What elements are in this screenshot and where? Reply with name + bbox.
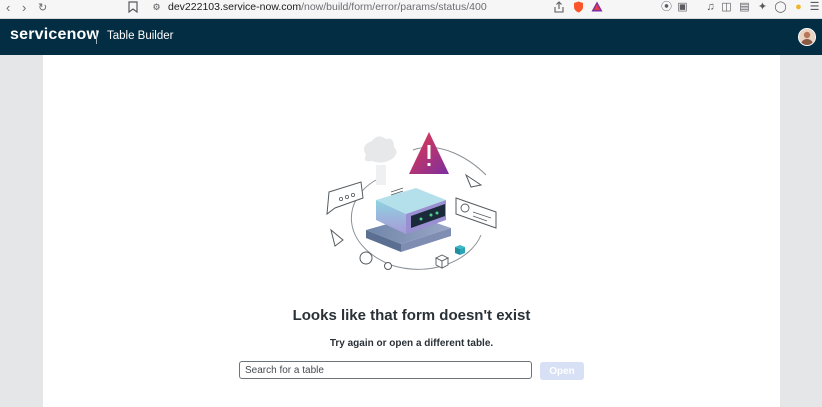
share-icon[interactable] [552, 1, 565, 14]
browser-toolbar: ‹ › ↻ ⚙ dev222103.service-now.com/now/bu… [0, 0, 822, 19]
music-icon[interactable]: ♫ [704, 1, 717, 14]
address-bar[interactable]: dev222103.service-now.com/now/build/form… [168, 0, 487, 14]
content-card: Looks like that form doesn't exist Try a… [43, 55, 780, 407]
brave-rewards-icon[interactable] [590, 1, 603, 14]
error-robot-illustration [326, 132, 497, 270]
error-subheading: Try again or open a different table. [329, 338, 494, 349]
leo-icon[interactable]: ✦ [756, 1, 769, 14]
app-header: servicenow Table Builder [0, 19, 822, 55]
site-settings-icon[interactable]: ⚙ [150, 1, 163, 14]
reader-icon[interactable]: ▣ [676, 1, 689, 14]
reload-icon[interactable]: ↻ [38, 1, 47, 15]
vpn-icon[interactable]: ◯ [774, 1, 787, 14]
menu-icon[interactable]: ☰ [808, 1, 821, 14]
brave-shield-icon[interactable] [572, 1, 585, 14]
open-button[interactable]: Open [540, 362, 584, 380]
error-heading: Looks like that form doesn't exist [292, 307, 531, 324]
header-divider [96, 30, 97, 44]
profile-icon[interactable]: ● [792, 1, 805, 14]
sidebar-icon[interactable]: ◫ [720, 1, 733, 14]
extension-icon[interactable]: ⦿ [660, 1, 673, 14]
user-avatar[interactable] [798, 28, 816, 46]
bookmark-icon[interactable] [126, 1, 139, 14]
servicenow-logo[interactable]: servicenow [10, 26, 99, 44]
url-path: /now/build/form/error/params/status/400 [301, 1, 487, 13]
forward-icon[interactable]: › [22, 1, 26, 15]
wallet-icon[interactable]: ▤ [738, 1, 751, 14]
app-title: Table Builder [107, 30, 174, 42]
back-icon[interactable]: ‹ [6, 1, 10, 15]
table-search-input[interactable] [239, 361, 532, 379]
url-host: dev222103.service-now.com [168, 1, 302, 13]
